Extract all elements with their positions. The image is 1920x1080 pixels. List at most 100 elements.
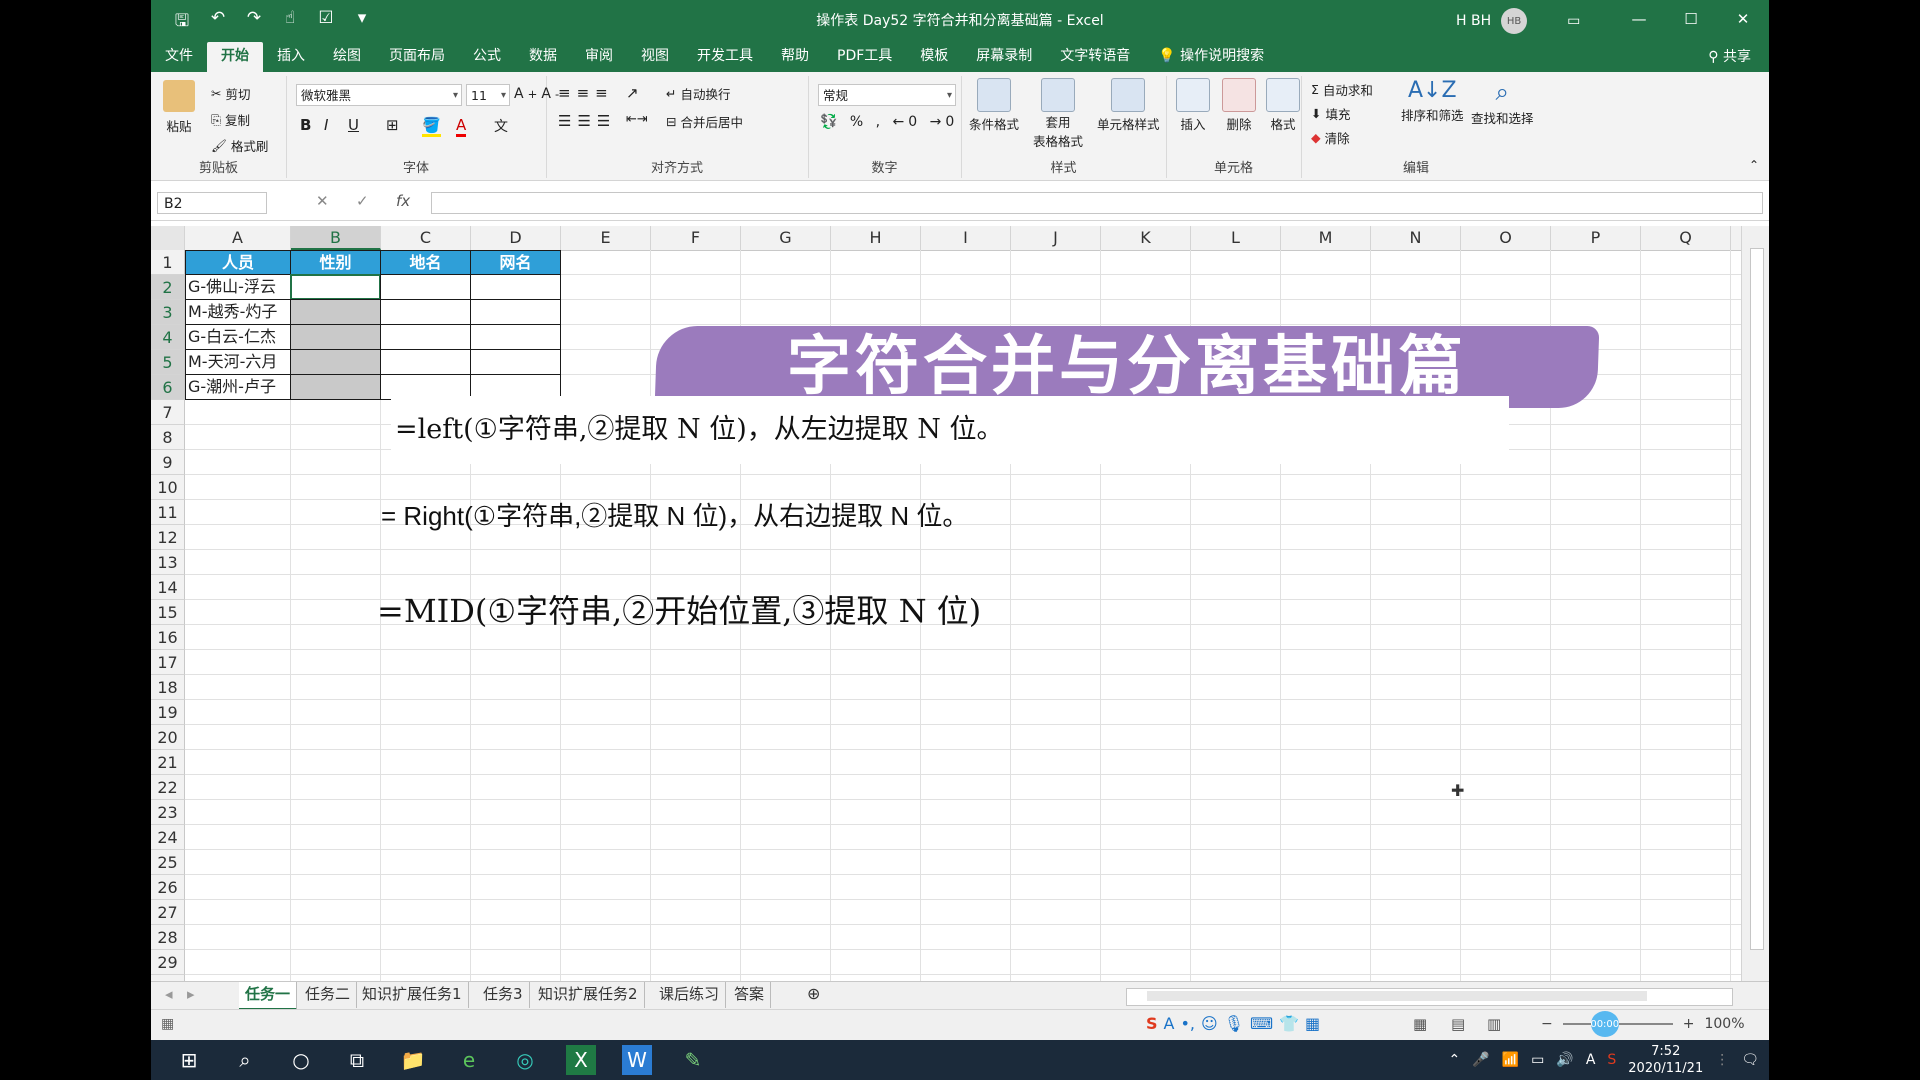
close-icon[interactable]: ✕ [1717, 0, 1769, 38]
app-icon[interactable]: ◎ [497, 1040, 553, 1080]
formula-input[interactable] [431, 192, 1763, 214]
column-header[interactable]: B [291, 226, 381, 250]
battery-icon[interactable]: ▭ [1531, 1052, 1544, 1068]
clock[interactable]: 7:52 2020/11/21 [1628, 1043, 1703, 1077]
tab-data[interactable]: 数据 [515, 42, 571, 72]
column-header[interactable]: D [471, 226, 561, 250]
row-header[interactable]: 3 [151, 300, 185, 325]
format-painter-button[interactable]: 🖌 格式刷 [211, 136, 268, 155]
tab-formulas[interactable]: 公式 [459, 42, 515, 72]
copy-button[interactable]: ⎘ 复制 [211, 110, 250, 129]
tab-screen-record[interactable]: 屏幕录制 [962, 42, 1046, 72]
zoom-slider[interactable]: 00:00 [1562, 1011, 1673, 1037]
column-header[interactable]: Q [1641, 226, 1731, 250]
clear-button[interactable]: ◆ 清除 [1311, 128, 1350, 147]
column-header[interactable]: J [1011, 226, 1101, 250]
recorder-app-icon[interactable]: ✎ [665, 1040, 721, 1080]
column-header[interactable]: G [741, 226, 831, 250]
row-header[interactable]: 24 [151, 825, 185, 850]
column-header[interactable]: I [921, 226, 1011, 250]
row-header[interactable]: 21 [151, 750, 185, 775]
row-header[interactable]: 17 [151, 650, 185, 675]
show-desktop-icon[interactable]: ⋮ [1715, 1052, 1729, 1068]
row-header[interactable]: 20 [151, 725, 185, 750]
browser-icon[interactable]: e [441, 1040, 497, 1080]
tab-pdf-tools[interactable]: PDF工具 [823, 42, 906, 72]
fill-button[interactable]: ⬇ 填充 [1311, 104, 1351, 123]
row-header[interactable]: 9 [151, 450, 185, 475]
gender-cell-selected[interactable] [290, 299, 381, 325]
delete-cells-button[interactable]: 删除 [1222, 78, 1256, 133]
person-cell[interactable]: G-白云-仁杰 [185, 324, 291, 350]
keyboard-icon[interactable]: ⌨ [1250, 1014, 1273, 1033]
sheet-tab-answers[interactable]: 答案 [728, 982, 772, 1008]
row-header[interactable]: 7 [151, 400, 185, 425]
bold-button[interactable]: B [300, 116, 311, 134]
column-header[interactable]: C [381, 226, 471, 250]
phonetic-icon[interactable]: 文 [494, 116, 508, 136]
sort-filter-button[interactable]: A↓Z 排序和筛选 [1401, 78, 1464, 124]
row-header[interactable]: 2 [151, 275, 185, 300]
mic-tray-icon[interactable]: 🎤 [1472, 1052, 1489, 1068]
column-header[interactable]: P [1551, 226, 1641, 250]
row-header[interactable]: 19 [151, 700, 185, 725]
tab-review[interactable]: 审阅 [571, 42, 627, 72]
cortana-icon[interactable]: ○ [273, 1040, 329, 1080]
row-header[interactable]: 1 [151, 250, 185, 275]
nickname-cell[interactable] [470, 324, 561, 350]
tab-page-layout[interactable]: 页面布局 [375, 42, 459, 72]
format-cells-button[interactable]: 格式 [1266, 78, 1300, 133]
tell-me-search[interactable]: 💡 操作说明搜索 [1144, 42, 1278, 72]
row-header[interactable]: 27 [151, 900, 185, 925]
column-header[interactable]: M [1281, 226, 1371, 250]
row-header[interactable]: 13 [151, 550, 185, 575]
person-cell[interactable]: M-越秀-灼子 [185, 299, 291, 325]
enter-icon[interactable]: ✓ [356, 192, 369, 210]
header-cell-nickname[interactable]: 网名 [470, 250, 561, 275]
nickname-cell[interactable] [470, 349, 561, 375]
column-header[interactable]: O [1461, 226, 1551, 250]
sogou-icon[interactable]: S [1146, 1014, 1158, 1033]
row-header[interactable]: 22 [151, 775, 185, 800]
row-header[interactable]: 5 [151, 350, 185, 375]
tab-file[interactable]: 文件 [151, 42, 207, 72]
find-select-button[interactable]: ⌕ 查找和选择 [1471, 78, 1534, 127]
font-color-icon[interactable]: A [456, 116, 467, 137]
row-header[interactable]: 26 [151, 875, 185, 900]
horizontal-scroll-thumb[interactable] [1147, 991, 1647, 1001]
tab-help[interactable]: 帮助 [767, 42, 823, 72]
active-cell-b2[interactable] [290, 274, 381, 300]
tab-templates[interactable]: 模板 [906, 42, 962, 72]
sheet-tab-ext1[interactable]: 知识扩展任务1 [356, 982, 469, 1008]
volume-icon[interactable]: 🔊 [1556, 1052, 1573, 1068]
font-name-select[interactable]: 微软雅黑 [296, 84, 462, 107]
number-format-select[interactable]: 常规 [818, 84, 956, 107]
cut-button[interactable]: ✂ 剪切 [211, 84, 251, 103]
column-header[interactable]: L [1191, 226, 1281, 250]
tab-view[interactable]: 视图 [627, 42, 683, 72]
header-cell-person[interactable]: 人员 [185, 250, 291, 275]
column-header[interactable]: A [185, 226, 291, 250]
indent-icons[interactable]: ⇤⇥ [626, 112, 648, 127]
row-header[interactable]: 23 [151, 800, 185, 825]
column-header[interactable]: K [1101, 226, 1191, 250]
autosum-button[interactable]: Σ 自动求和 [1311, 80, 1373, 99]
conditional-format-button[interactable]: 条件格式 [969, 78, 1019, 133]
search-icon[interactable]: ⌕ [217, 1040, 273, 1080]
word-app-icon[interactable]: W [622, 1045, 652, 1075]
place-cell[interactable] [380, 299, 471, 325]
ime-mode-icon[interactable]: A [1164, 1014, 1175, 1033]
zoom-out-icon[interactable]: − [1541, 1016, 1553, 1032]
add-sheet-icon[interactable]: ⊕ [801, 982, 826, 1008]
row-header[interactable]: 12 [151, 525, 185, 550]
horizontal-scrollbar[interactable] [1126, 988, 1733, 1006]
gender-cell-selected[interactable] [290, 349, 381, 375]
share-button[interactable]: ⚲ 共享 [1708, 46, 1751, 66]
next-sheet-icon[interactable]: ▸ [181, 982, 201, 1008]
row-header[interactable]: 10 [151, 475, 185, 500]
column-header[interactable]: E [561, 226, 651, 250]
insert-function-icon[interactable]: fx [396, 192, 410, 210]
sheet-tab-task1[interactable]: 任务一 [239, 982, 298, 1011]
vertical-align-icons[interactable]: ≡≡≡ [558, 84, 614, 102]
header-cell-place[interactable]: 地名 [380, 250, 471, 275]
